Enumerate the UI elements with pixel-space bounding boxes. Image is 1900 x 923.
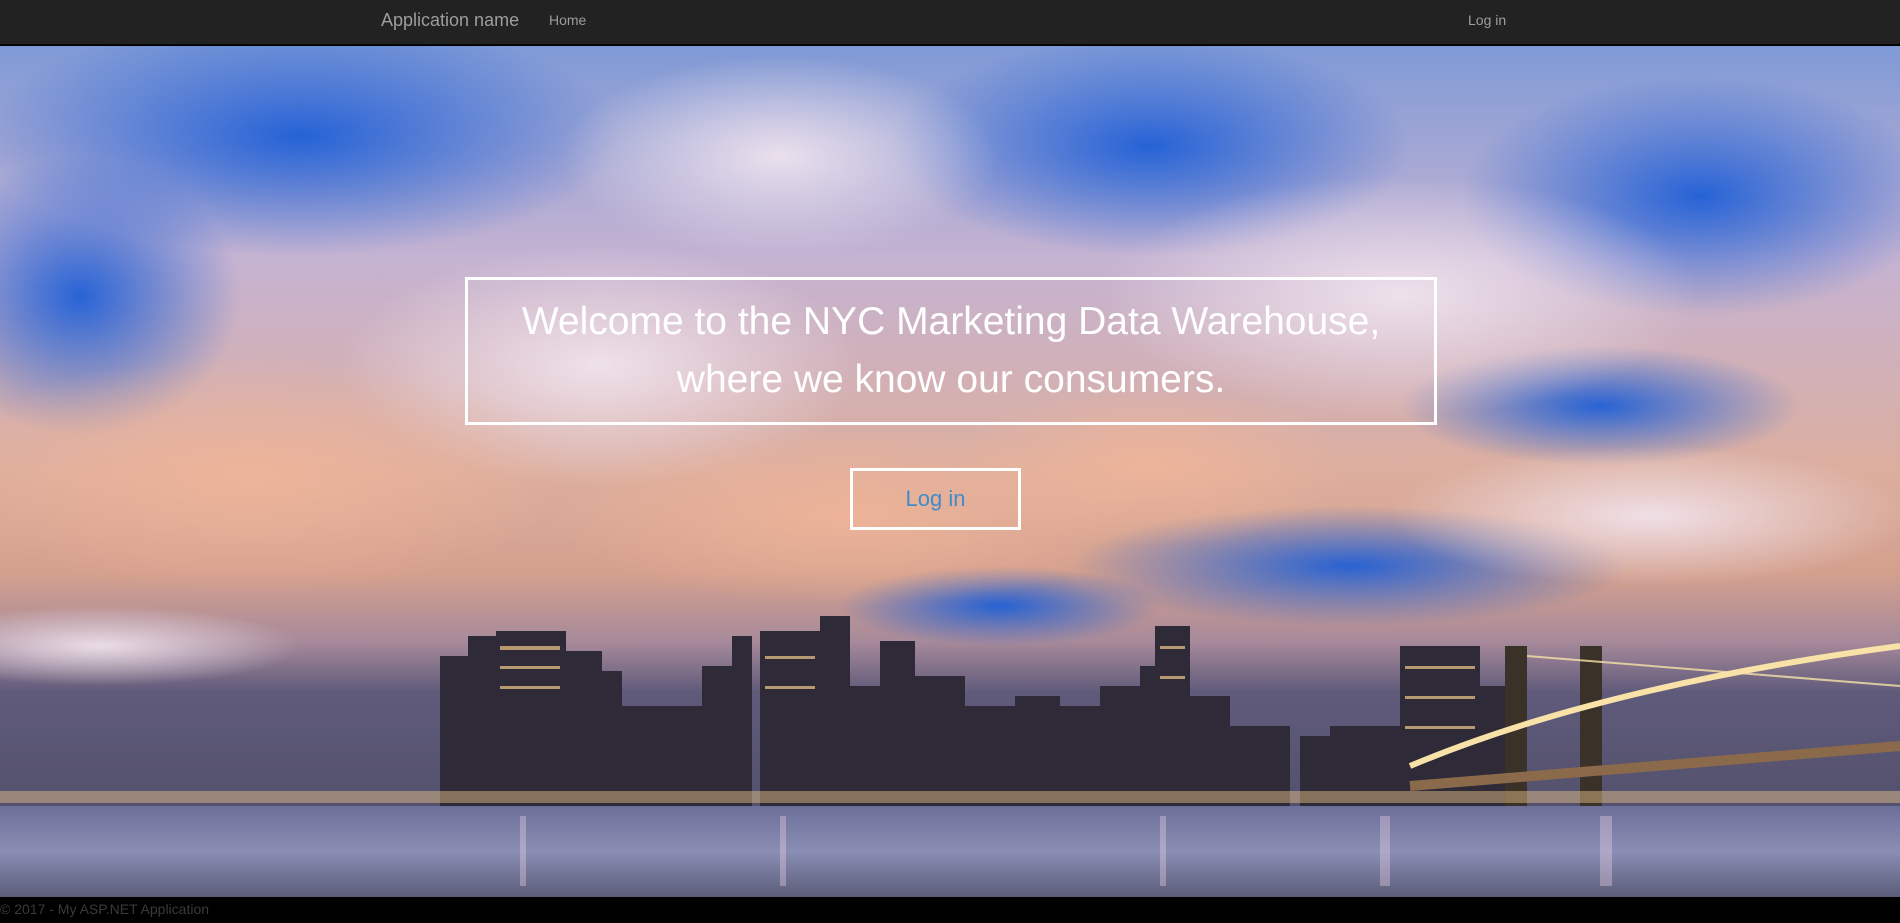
welcome-heading: Welcome to the NYC Marketing Data Wareho… bbox=[522, 293, 1380, 409]
hero-background: Welcome to the NYC Marketing Data Wareho… bbox=[0, 46, 1900, 897]
nav-login-link[interactable]: Log in bbox=[1468, 11, 1506, 29]
brand-link[interactable]: Application name bbox=[381, 10, 519, 30]
top-navbar: Application name Home Log in bbox=[0, 0, 1900, 45]
footer: © 2017 - My ASP.NET Application bbox=[0, 897, 1900, 923]
nav-home-link[interactable]: Home bbox=[549, 11, 586, 29]
welcome-banner: Welcome to the NYC Marketing Data Wareho… bbox=[465, 277, 1437, 425]
footer-copyright: © 2017 - My ASP.NET Application bbox=[0, 901, 210, 917]
welcome-line-1: Welcome to the NYC Marketing Data Wareho… bbox=[521, 300, 1381, 343]
hero-login-button[interactable]: Log in bbox=[850, 468, 1021, 530]
welcome-line-2: where we know our consumers. bbox=[676, 358, 1226, 401]
